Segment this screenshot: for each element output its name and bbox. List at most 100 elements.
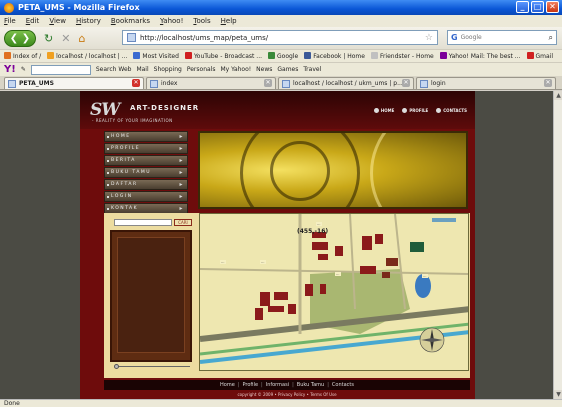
footer-link-informasi[interactable]: Informasi xyxy=(266,382,289,388)
footer-link-contacts[interactable]: Contacts xyxy=(332,382,354,388)
header-nav-home[interactable]: HOME xyxy=(373,108,394,113)
zoom-slider[interactable] xyxy=(114,364,190,369)
website-container: SW ART-DESIGNER - REALITY OF YOUR IMAGIN… xyxy=(80,91,475,399)
tab-favicon-icon xyxy=(8,80,16,88)
bookmark-item[interactable]: localhost / localhost | ... xyxy=(47,52,127,60)
site-logo-mark[interactable]: SW xyxy=(90,100,120,120)
menu-history[interactable]: History xyxy=(76,17,101,25)
bookmark-item[interactable]: Yahoo! Mail: The best ... xyxy=(439,52,521,60)
yahoo-shopping[interactable]: Shopping xyxy=(154,66,182,73)
banner-ring xyxy=(370,133,466,207)
menu-bookmarks[interactable]: Bookmarks xyxy=(111,17,150,25)
yahoo-search-input[interactable] xyxy=(30,64,91,75)
left-info-panel-inner xyxy=(117,237,185,353)
side-nav-home[interactable]: HOME xyxy=(104,131,188,142)
tab-favicon-icon xyxy=(282,80,290,88)
bullet-icon xyxy=(402,108,408,113)
footer-separator: | xyxy=(327,382,329,388)
menu-yahoo[interactable]: Yahoo! xyxy=(160,17,183,25)
address-bar[interactable]: http://localhost/ums_map/peta_ums/ ☆ xyxy=(122,30,438,45)
reload-icon[interactable]: ↻ xyxy=(44,32,53,45)
yahoo-news[interactable]: News xyxy=(256,66,272,73)
bookmark-star-icon[interactable]: ☆ xyxy=(425,33,433,43)
gmail-icon xyxy=(526,52,534,59)
maximize-button[interactable]: □ xyxy=(531,1,544,13)
tab-peta-ums[interactable]: PETA_UMS ✕ xyxy=(4,77,144,89)
page-viewport: SW ART-DESIGNER - REALITY OF YOUR IMAGIN… xyxy=(0,91,553,399)
side-nav-profile[interactable]: PROFILE xyxy=(104,143,188,154)
vertical-scrollbar[interactable]: ▲ ▼ xyxy=(553,91,562,399)
search-icon[interactable]: ⌕ xyxy=(549,33,553,43)
menu-help[interactable]: Help xyxy=(221,17,237,25)
bookmark-item[interactable]: YouTube - Broadcast ... xyxy=(184,52,262,60)
window-title: PETA_UMS - Mozilla Firefox xyxy=(18,3,140,12)
bookmark-item[interactable]: Gmail xyxy=(526,52,553,60)
yahoo-travel[interactable]: Travel xyxy=(303,66,321,73)
tab-localhost[interactable]: localhost / localhost / ukm_ums | p... ✕ xyxy=(278,77,414,89)
menu-file[interactable]: File xyxy=(4,17,16,25)
stop-icon[interactable]: ✕ xyxy=(61,32,70,45)
yahoo-my-yahoo[interactable]: My Yahoo! xyxy=(220,66,251,73)
menu-view[interactable]: View xyxy=(49,17,66,25)
search-box[interactable]: G ⌕ xyxy=(447,30,557,45)
footer-link-home[interactable]: Home xyxy=(220,382,235,388)
yahoo-personals[interactable]: Personals xyxy=(187,66,216,73)
zoom-slider-handle[interactable] xyxy=(114,364,119,369)
map-label: … xyxy=(220,260,226,264)
site-search-input[interactable] xyxy=(114,219,172,226)
tab-label: login xyxy=(431,80,446,87)
bookmarks-toolbar: Index of / localhost / localhost | ... M… xyxy=(0,49,562,62)
navigation-toolbar: ❮ ❯ ↻ ✕ ⌂ http://localhost/ums_map/peta_… xyxy=(0,27,562,49)
footer-separator: | xyxy=(237,382,240,388)
side-nav-daftar[interactable]: DAFTAR xyxy=(104,179,188,190)
site-search-button[interactable]: CARI xyxy=(174,219,192,226)
side-navigation: HOME PROFILE BERITA BUKU TAMU DAFTAR LOG… xyxy=(104,131,188,215)
yahoo-logo[interactable]: Y! xyxy=(4,64,16,75)
side-nav-berita[interactable]: BERITA xyxy=(104,155,188,166)
header-nav-contacts[interactable]: CONTACTS xyxy=(436,108,467,113)
phpmyadmin-icon xyxy=(47,52,55,59)
back-forward-group: ❮ ❯ xyxy=(4,29,36,47)
close-tab-icon[interactable]: ✕ xyxy=(402,79,410,87)
close-tab-icon[interactable]: ✕ xyxy=(544,79,552,87)
back-icon[interactable]: ❮ xyxy=(8,33,20,44)
campus-map[interactable]: … … … … … xyxy=(199,213,469,371)
forward-icon[interactable]: ❯ xyxy=(20,33,32,44)
side-nav-login[interactable]: LOGIN xyxy=(104,191,188,202)
google-icon xyxy=(268,52,276,59)
friendster-icon xyxy=(370,52,378,59)
header-banner-image xyxy=(198,131,468,209)
menu-edit[interactable]: Edit xyxy=(26,17,40,25)
minimize-button[interactable]: _ xyxy=(516,1,529,13)
tab-index[interactable]: index ✕ xyxy=(146,77,276,89)
page-favicon-icon xyxy=(127,33,136,42)
footer-link-profile[interactable]: Profile xyxy=(242,382,258,388)
bookmark-item[interactable]: Index of / xyxy=(4,52,41,60)
close-tab-icon[interactable]: ✕ xyxy=(264,79,272,87)
bookmark-item[interactable]: Most Visited xyxy=(133,52,179,60)
home-icon[interactable]: ⌂ xyxy=(78,32,85,45)
pencil-icon[interactable]: ✎ xyxy=(21,66,26,73)
yahoo-mail[interactable]: Mail xyxy=(136,66,148,73)
menu-tools[interactable]: Tools xyxy=(193,17,210,25)
scroll-up-icon[interactable]: ▲ xyxy=(554,91,562,100)
close-tab-icon[interactable]: ✕ xyxy=(132,79,140,87)
yahoo-games[interactable]: Games xyxy=(277,66,298,73)
yahoo-search-web[interactable]: Search Web xyxy=(96,66,132,73)
search-engine-icon[interactable]: G xyxy=(451,33,458,42)
most-visited-icon xyxy=(133,52,141,59)
banner-ring xyxy=(270,141,330,201)
window-titlebar: PETA_UMS - Mozilla Firefox _ □ ✕ xyxy=(0,0,562,15)
bookmark-item[interactable]: Facebook | Home xyxy=(304,52,365,60)
side-nav-buku-tamu[interactable]: BUKU TAMU xyxy=(104,167,188,178)
tab-bar: PETA_UMS ✕ index ✕ localhost / localhost… xyxy=(0,76,562,90)
tab-login[interactable]: login ✕ xyxy=(416,77,556,89)
left-info-panel xyxy=(110,230,192,362)
scroll-down-icon[interactable]: ▼ xyxy=(554,390,562,399)
bookmark-item[interactable]: Google xyxy=(268,52,298,60)
search-input[interactable] xyxy=(460,34,541,41)
header-nav-profile[interactable]: PROFILE xyxy=(402,108,428,113)
bookmark-item[interactable]: Friendster - Home xyxy=(370,52,434,60)
close-button[interactable]: ✕ xyxy=(546,1,559,13)
footer-link-buku-tamu[interactable]: Buku Tamu xyxy=(297,382,324,388)
